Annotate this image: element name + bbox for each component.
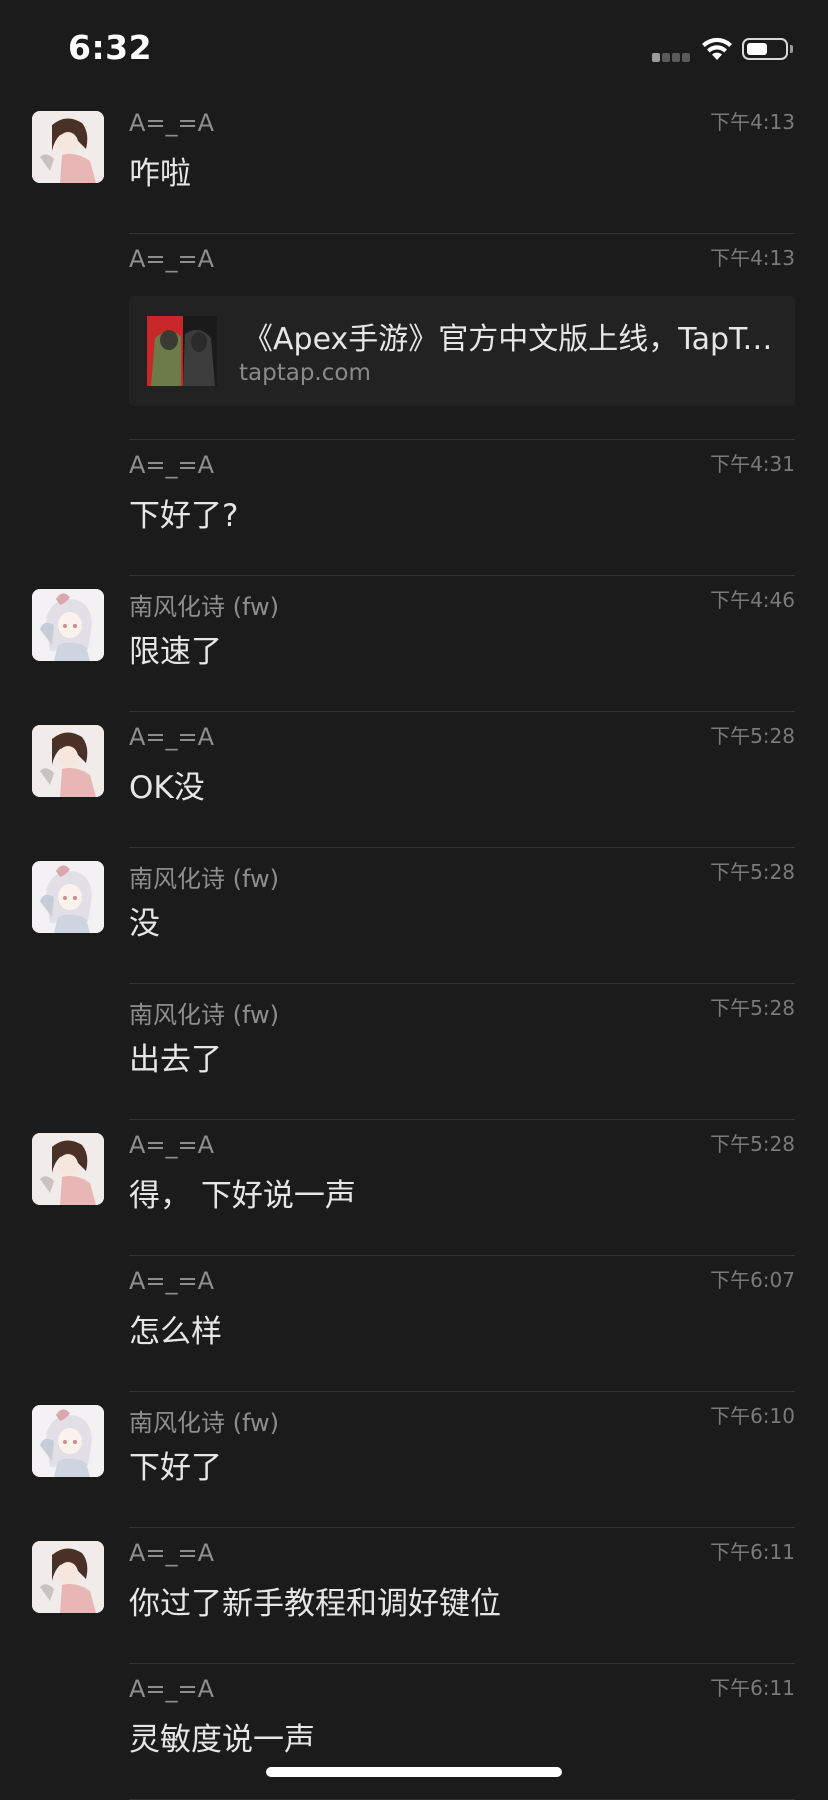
message-item[interactable]: A=_=A 下午4:13 咋啦	[0, 98, 828, 234]
message-text[interactable]: 下好了	[129, 1442, 222, 1487]
message-item[interactable]: 南风化诗 (fw) 下午5:28 出去了	[0, 984, 828, 1120]
cellular-signal-icon	[652, 50, 692, 62]
message-item[interactable]: 南风化诗 (fw) 下午5:28 没	[0, 848, 828, 984]
message-item[interactable]: A=_=A 下午6:11 你过了新手教程和调好键位	[0, 1528, 828, 1664]
link-preview-card[interactable]: 《Apex手游》官方中文版上线，TapTap taptap.com	[129, 296, 795, 406]
message-time: 下午5:28	[710, 860, 795, 884]
message-text[interactable]: 下好了?	[129, 490, 238, 535]
avatar-a[interactable]	[32, 1133, 104, 1205]
message-item[interactable]: 南风化诗 (fw) 下午4:46 限速了	[0, 576, 828, 712]
battery-cap	[790, 45, 793, 53]
message-time: 下午6:11	[710, 1540, 795, 1564]
link-thumbnail	[147, 316, 217, 386]
message-text[interactable]: 限速了	[129, 626, 222, 671]
sender-name: A=_=A	[129, 1539, 215, 1567]
avatar-a[interactable]	[32, 111, 104, 183]
message-text[interactable]: 没	[129, 898, 160, 943]
avatar-a[interactable]	[32, 725, 104, 797]
message-text[interactable]: 怎么样	[129, 1306, 222, 1351]
sender-name: 南风化诗 (fw)	[129, 1409, 280, 1437]
message-text[interactable]: 咋啦	[129, 148, 191, 193]
message-time: 下午6:07	[710, 1268, 795, 1292]
avatar-nanfeng[interactable]	[32, 861, 104, 933]
sender-name: A=_=A	[129, 245, 215, 273]
link-title: 《Apex手游》官方中文版上线，TapTap	[243, 322, 777, 357]
message-text[interactable]: 得， 下好说一声	[129, 1170, 356, 1215]
message-item[interactable]: A=_=A 下午6:07 怎么样	[0, 1256, 828, 1392]
avatar-a[interactable]	[32, 1541, 104, 1613]
sender-name: A=_=A	[129, 451, 215, 479]
message-text[interactable]: OK没	[129, 762, 205, 807]
home-indicator[interactable]	[266, 1767, 562, 1777]
message-item[interactable]: A=_=A 下午4:13 《Apex手游》官方中文版上线，TapTap tapt…	[0, 234, 828, 440]
message-time: 下午6:11	[710, 1676, 795, 1700]
message-text[interactable]: 出去了	[129, 1034, 222, 1079]
message-time: 下午5:28	[710, 724, 795, 748]
chat-message-list[interactable]: A=_=A 下午4:13 咋啦 A=_=A 下午4:13 《Apex手游》官方中…	[0, 98, 828, 1800]
message-item[interactable]: A=_=A 下午6:11 灵敏度说一声	[0, 1664, 828, 1800]
message-text[interactable]: 你过了新手教程和调好键位	[129, 1578, 501, 1623]
battery-icon	[742, 38, 788, 60]
message-time: 下午4:46	[710, 588, 795, 612]
message-time: 下午4:13	[710, 110, 795, 134]
wifi-icon	[700, 36, 734, 62]
message-time: 下午5:28	[710, 1132, 795, 1156]
message-item[interactable]: A=_=A 下午5:28 OK没	[0, 712, 828, 848]
status-bar: 6:32	[0, 0, 828, 98]
sender-name: A=_=A	[129, 1131, 215, 1159]
link-domain: taptap.com	[239, 360, 371, 386]
avatar-nanfeng[interactable]	[32, 589, 104, 661]
message-item[interactable]: A=_=A 下午5:28 得， 下好说一声	[0, 1120, 828, 1256]
sender-name: A=_=A	[129, 1267, 215, 1295]
message-item[interactable]: 南风化诗 (fw) 下午6:10 下好了	[0, 1392, 828, 1528]
avatar-nanfeng[interactable]	[32, 1405, 104, 1477]
sender-name: 南风化诗 (fw)	[129, 865, 280, 893]
message-text[interactable]: 灵敏度说一声	[129, 1714, 315, 1759]
message-time: 下午4:13	[710, 246, 795, 270]
sender-name: 南风化诗 (fw)	[129, 1001, 280, 1029]
status-time: 6:32	[68, 28, 153, 67]
message-time: 下午4:31	[710, 452, 795, 476]
message-time: 下午6:10	[710, 1404, 795, 1428]
sender-name: A=_=A	[129, 723, 215, 751]
sender-name: A=_=A	[129, 1675, 215, 1703]
message-item[interactable]: A=_=A 下午4:31 下好了?	[0, 440, 828, 576]
message-time: 下午5:28	[710, 996, 795, 1020]
sender-name: A=_=A	[129, 109, 215, 137]
battery-fill	[747, 43, 767, 55]
sender-name: 南风化诗 (fw)	[129, 593, 280, 621]
